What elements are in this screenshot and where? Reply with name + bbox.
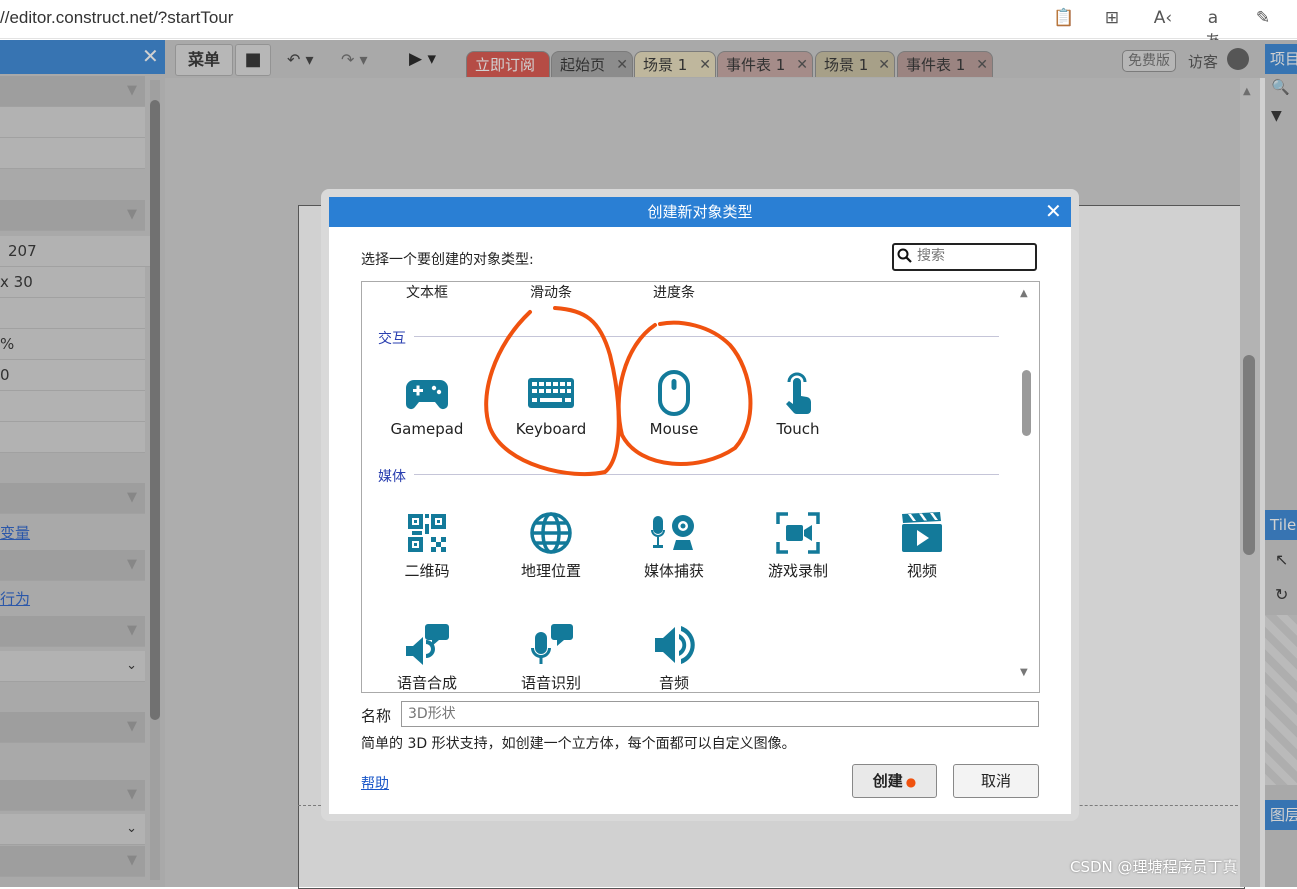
object-label: 媒体捕获: [643, 562, 704, 580]
object-label: 游戏录制: [767, 562, 828, 580]
create-button[interactable]: 创建 ●: [852, 764, 937, 798]
search-input[interactable]: [917, 246, 1032, 266]
object-description: 简单的 3D 形状支持，如创建一个立方体，每个面都可以自定义图像。: [361, 736, 796, 752]
mouse-icon: [658, 370, 690, 416]
scrollbar-thumb[interactable]: [1022, 370, 1031, 436]
object-speech-synthesis[interactable]: 语音合成: [372, 622, 482, 692]
object-qr-code[interactable]: 二维码: [372, 510, 482, 600]
object-label: 语音识别: [520, 674, 581, 692]
speech-recognition-icon: [531, 624, 573, 664]
gamepad-icon: [406, 380, 448, 409]
scroll-down-icon[interactable]: ▼: [1020, 667, 1028, 678]
object-keyboard[interactable]: Keyboard: [496, 370, 606, 460]
search-icon: [897, 248, 912, 267]
name-input[interactable]: [401, 701, 1039, 727]
dialog-prompt: 选择一个要创建的对象类型:: [361, 252, 534, 268]
category-label: 交互: [378, 331, 406, 347]
cancel-button[interactable]: 取消: [953, 764, 1039, 798]
qr-code-icon: [408, 514, 446, 552]
object-mouse[interactable]: Mouse: [619, 370, 729, 460]
close-icon[interactable]: ✕: [1045, 199, 1062, 223]
object-gamepad[interactable]: Gamepad: [372, 370, 482, 460]
video-record-icon: [776, 512, 820, 554]
address-bar[interactable]: //editor.construct.net/?startTour: [0, 8, 233, 28]
object-label: Keyboard: [515, 420, 587, 438]
clapperboard-icon: [902, 512, 942, 552]
list-item[interactable]: 文本框: [372, 282, 482, 302]
object-video[interactable]: 视频: [867, 510, 977, 600]
object-label: Touch: [776, 420, 820, 438]
category-label: 媒体: [378, 469, 406, 485]
touch-icon: [786, 372, 812, 415]
dialog-title: 创建新对象类型: [329, 197, 1071, 227]
keyboard-icon: [528, 378, 574, 408]
object-media-capture[interactable]: 媒体捕获: [619, 510, 729, 600]
speech-synthesis-icon: [406, 624, 449, 665]
help-link[interactable]: 帮助: [361, 773, 389, 793]
create-object-dialog: 创建新对象类型 ✕ 选择一个要创建的对象类型: 文本框 滑动条 进度条 交互 G…: [329, 197, 1071, 814]
read-aloud-icon[interactable]: A‹: [1150, 6, 1176, 30]
apps-icon[interactable]: ⊞: [1099, 6, 1125, 30]
translate-icon[interactable]: aあ: [1200, 6, 1226, 52]
object-label: Mouse: [649, 420, 699, 438]
browser-toolbar: //editor.construct.net/?startTour 📋 ⊞ A‹…: [0, 0, 1297, 52]
category-divider: [414, 336, 999, 337]
object-label: 语音合成: [396, 674, 457, 692]
speaker-icon: [655, 626, 695, 664]
object-geolocation[interactable]: 地理位置: [496, 510, 606, 600]
globe-icon: [530, 512, 572, 554]
list-item[interactable]: 滑动条: [496, 282, 606, 302]
object-label: 音频: [658, 674, 689, 692]
object-label: 地理位置: [520, 562, 581, 580]
object-touch[interactable]: Touch: [743, 370, 853, 460]
webcam-icon: [651, 515, 694, 550]
scroll-up-icon[interactable]: ▲: [1020, 288, 1028, 299]
name-label: 名称: [361, 707, 392, 725]
category-divider: [414, 474, 999, 475]
object-label: 二维码: [404, 562, 450, 580]
clipboard-icon[interactable]: 📋: [1051, 6, 1077, 30]
object-label: 视频: [906, 562, 937, 580]
object-label: Gamepad: [390, 420, 464, 438]
object-game-recorder[interactable]: 游戏录制: [743, 510, 853, 600]
object-type-list[interactable]: 文本框 滑动条 进度条 交互 Gamepad Keyboard Mouse To…: [361, 281, 1040, 693]
object-audio[interactable]: 音频: [619, 622, 729, 692]
list-item[interactable]: 进度条: [619, 282, 729, 302]
edit-icon[interactable]: ✎: [1250, 6, 1276, 30]
object-speech-recognition[interactable]: 语音识别: [496, 622, 606, 692]
watermark: CSDN @理塘程序员丁真: [1070, 858, 1238, 876]
